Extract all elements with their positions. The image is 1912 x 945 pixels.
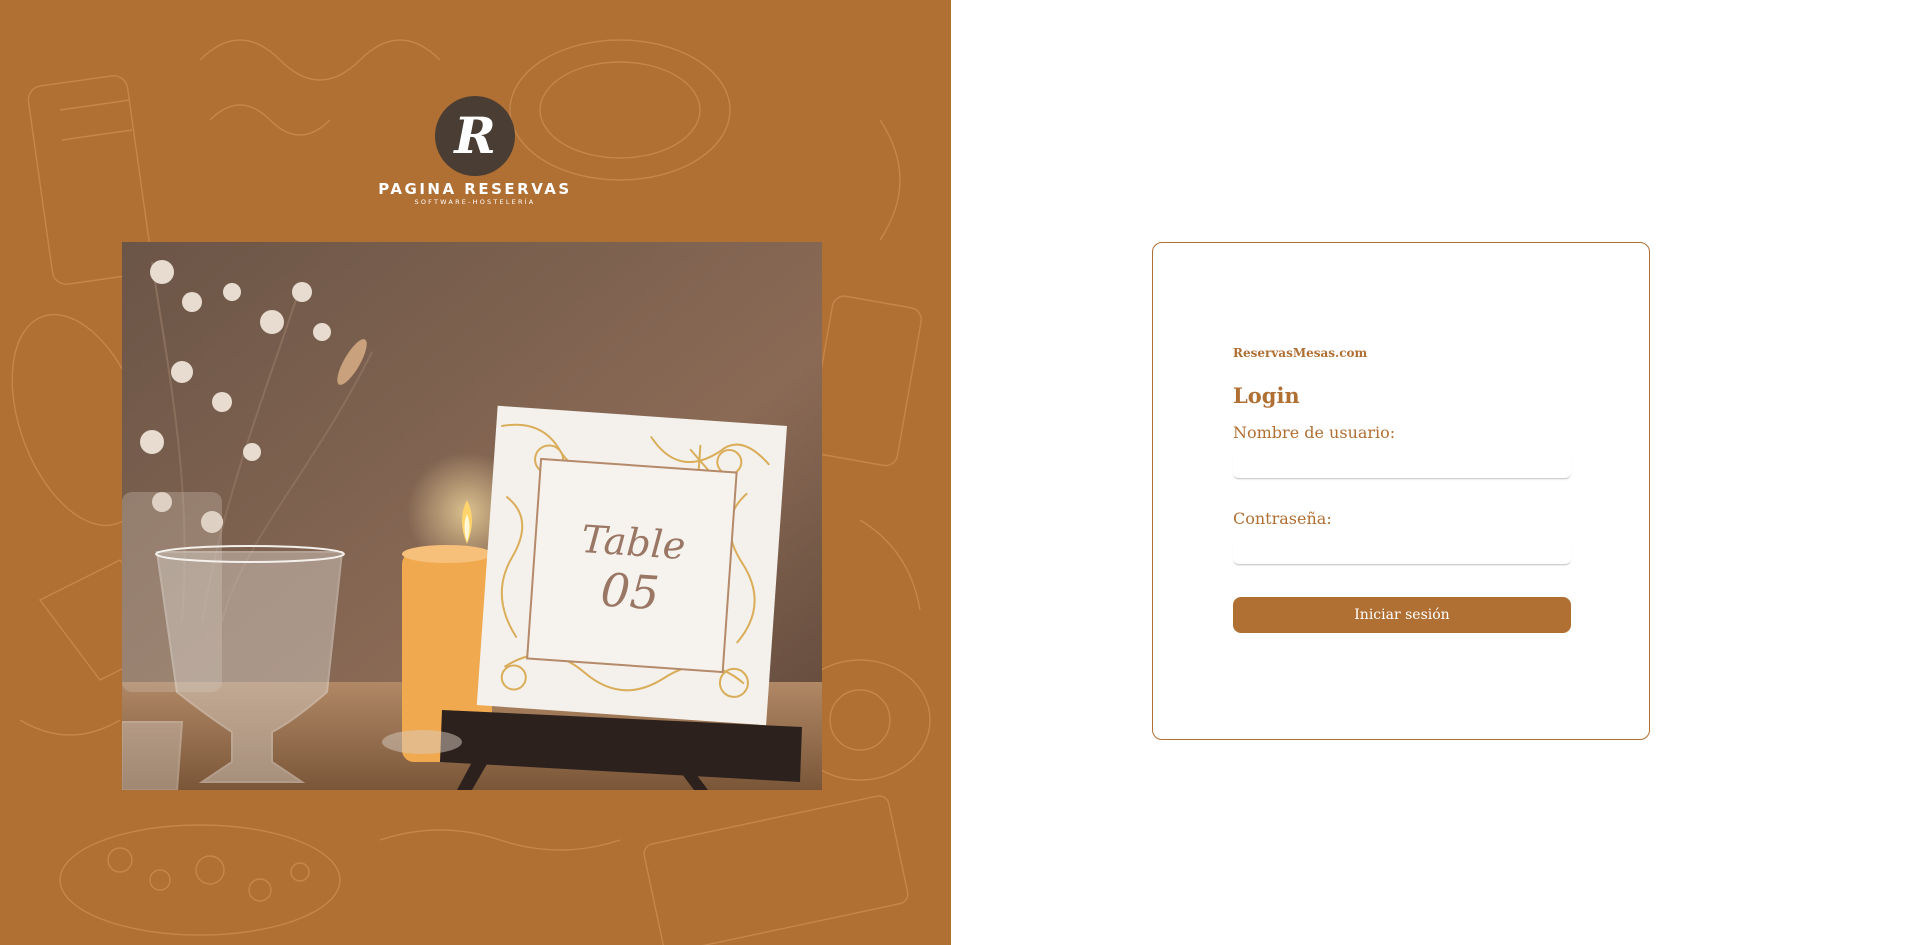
logo-name: PAGINA RESERVAS <box>378 180 572 198</box>
username-input[interactable] <box>1233 453 1571 479</box>
card-number: 05 <box>599 562 661 620</box>
svg-text:R: R <box>452 106 496 165</box>
brand-panel: R PAGINA RESERVAS SOFTWARE-HOSTELERÍA Ta… <box>0 0 951 945</box>
logo-tagline: SOFTWARE-HOSTELERÍA <box>414 198 536 206</box>
password-input[interactable] <box>1233 539 1571 565</box>
site-brand: ReservasMesas.com <box>1233 346 1368 360</box>
login-card: ReservasMesas.com Login Nombre de usuari… <box>1152 242 1650 740</box>
page-title: Login <box>1233 383 1300 408</box>
logo-emblem: R <box>435 96 515 176</box>
table-number-card-photo: Table 05 <box>122 242 822 790</box>
logo-r-glyph: R <box>452 106 496 165</box>
card-word: Table <box>580 517 687 568</box>
password-label: Contraseña: <box>1233 509 1332 528</box>
login-button[interactable]: Iniciar sesión <box>1233 597 1571 633</box>
logo: R PAGINA RESERVAS SOFTWARE-HOSTELERÍA <box>375 96 575 208</box>
hero-photo: Table 05 <box>122 242 822 790</box>
username-label: Nombre de usuario: <box>1233 423 1396 442</box>
